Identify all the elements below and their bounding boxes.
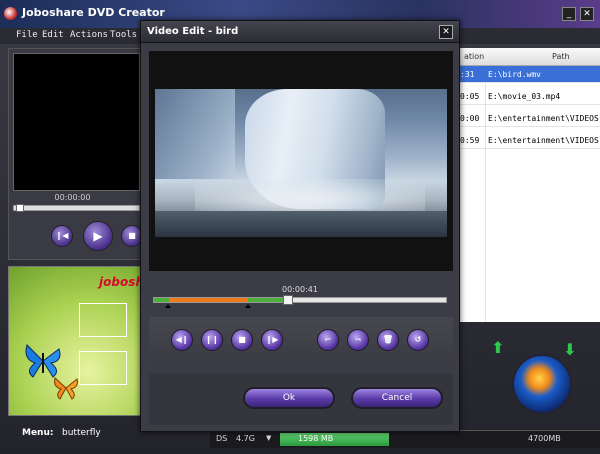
play-icon: ▶: [93, 229, 103, 243]
preview-time: 00:00:00: [54, 193, 91, 202]
row-duration: :31: [460, 70, 475, 79]
file-list: ation Path :31 E:\bird.wmv 0:05 E:\movie…: [458, 48, 600, 322]
preview-seek-bar[interactable]: [13, 204, 140, 212]
cancel-button[interactable]: Cancel: [351, 387, 443, 409]
step-forward-button[interactable]: ❙▶: [261, 329, 283, 351]
row-duration: 0:05: [460, 92, 480, 101]
video-content: [155, 89, 235, 179]
menu-thumbnail[interactable]: joboshare: [8, 266, 143, 416]
brand-label: joboshare: [99, 275, 143, 289]
ok-button[interactable]: Ok: [243, 387, 335, 409]
arrow-down-icon: ⬇: [563, 340, 577, 359]
table-row[interactable]: 0:05 E:\movie_03.mp4: [458, 88, 600, 105]
menu-footer: Menu: butterfly: [0, 418, 150, 454]
delete-segment-button[interactable]: 🗑: [377, 329, 399, 351]
stop-button[interactable]: ■: [231, 329, 253, 351]
burn-button[interactable]: [512, 354, 572, 414]
move-up-button[interactable]: ⬆: [490, 340, 506, 356]
step-back-icon: ◀❙: [175, 335, 189, 344]
arrow-up-icon: ⬆: [491, 338, 505, 357]
used-space: 1598 MB: [298, 434, 334, 443]
row-path: E:\entertainment\VIDEOS: [488, 114, 599, 123]
table-row[interactable]: :31 E:\bird.wmv: [458, 66, 600, 83]
mark-out-icon: ¬: [354, 335, 362, 344]
preview-seek-handle[interactable]: [16, 204, 24, 212]
prev-button[interactable]: ❙◀: [51, 225, 73, 247]
capacity-bar: [280, 433, 389, 446]
trim-end-marker[interactable]: [245, 304, 251, 308]
skip-back-icon: ❙◀: [55, 231, 69, 240]
video-frame: [155, 89, 447, 237]
table-row[interactable]: 0:59 E:\entertainment\VIDEOS: [458, 132, 600, 149]
menu-tools[interactable]: Tools: [110, 30, 137, 40]
set-end-button[interactable]: ¬: [347, 329, 369, 351]
stop-icon: ■: [238, 335, 246, 344]
total-space: 4700MB: [528, 434, 561, 443]
app-logo-icon: [4, 7, 17, 20]
app-title: Joboshare DVD Creator: [22, 6, 165, 19]
row-path: E:\entertainment\VIDEOS: [488, 136, 599, 145]
play-button[interactable]: ▶: [83, 221, 113, 251]
video-player: [149, 51, 453, 271]
dialog-title: Video Edit - bird: [147, 26, 239, 37]
status-bar: DS 4.7G ▼ 1598 MB 4700MB: [210, 430, 600, 448]
reset-button[interactable]: ↺: [407, 329, 429, 351]
column-duration[interactable]: ation: [464, 52, 484, 61]
timeline-handle[interactable]: [283, 295, 293, 305]
butterfly-icon: [54, 377, 78, 400]
step-forward-icon: ❙▶: [265, 335, 279, 344]
row-path: E:\bird.wmv: [488, 70, 541, 79]
file-list-header: ation Path: [458, 48, 600, 66]
disc-type-label: DS: [216, 434, 228, 443]
edit-timeline[interactable]: [153, 295, 447, 305]
preview-screen: [13, 53, 140, 191]
dialog-title-bar: Video Edit - bird ✕: [141, 21, 459, 43]
set-start-button[interactable]: ⌐: [317, 329, 339, 351]
row-duration: 0:00: [460, 114, 480, 123]
table-row[interactable]: 0:00 E:\entertainment\VIDEOS: [458, 110, 600, 127]
row-path: E:\movie_03.mp4: [488, 92, 561, 101]
menu-value: butterfly: [62, 428, 101, 438]
video-content: [155, 211, 447, 237]
mark-in-icon: ⌐: [324, 335, 332, 344]
dialog-close-button[interactable]: ✕: [439, 25, 453, 39]
menu-thumb-slot: [79, 303, 127, 337]
chevron-down-icon[interactable]: ▼: [266, 434, 271, 442]
pause-icon: ❙❙: [205, 335, 219, 344]
stop-icon: ■: [128, 231, 136, 240]
trim-start-marker[interactable]: [165, 304, 171, 308]
menu-file[interactable]: File: [16, 30, 38, 40]
trim-selection: [169, 298, 248, 302]
edit-controls: ◀❙ ❙❙ ■ ❙▶ ⌐ ¬ 🗑 ↺: [149, 317, 453, 365]
row-duration: 0:59: [460, 136, 480, 145]
preview-panel: 00:00:00 ❙◀ ▶ ■: [8, 48, 143, 260]
video-edit-dialog: Video Edit - bird ✕ 00:00:41 ◀❙ ❙❙ ■ ❙▶ …: [140, 20, 460, 432]
menu-label: Menu:: [22, 428, 54, 438]
step-back-button[interactable]: ◀❙: [171, 329, 193, 351]
pause-button[interactable]: ❙❙: [201, 329, 223, 351]
move-down-button[interactable]: ⬇: [562, 342, 578, 358]
column-path[interactable]: Path: [552, 52, 570, 61]
disc-capacity-select[interactable]: 4.7G: [236, 434, 255, 443]
menu-actions[interactable]: Actions: [70, 30, 108, 40]
menu-thumb-slot: [79, 351, 127, 385]
minimize-button[interactable]: _: [562, 7, 576, 21]
current-time: 00:00:41: [282, 285, 318, 294]
menu-edit[interactable]: Edit: [42, 30, 64, 40]
close-button[interactable]: ✕: [580, 7, 594, 21]
trash-icon: 🗑: [382, 335, 394, 344]
undo-icon: ↺: [414, 335, 422, 344]
